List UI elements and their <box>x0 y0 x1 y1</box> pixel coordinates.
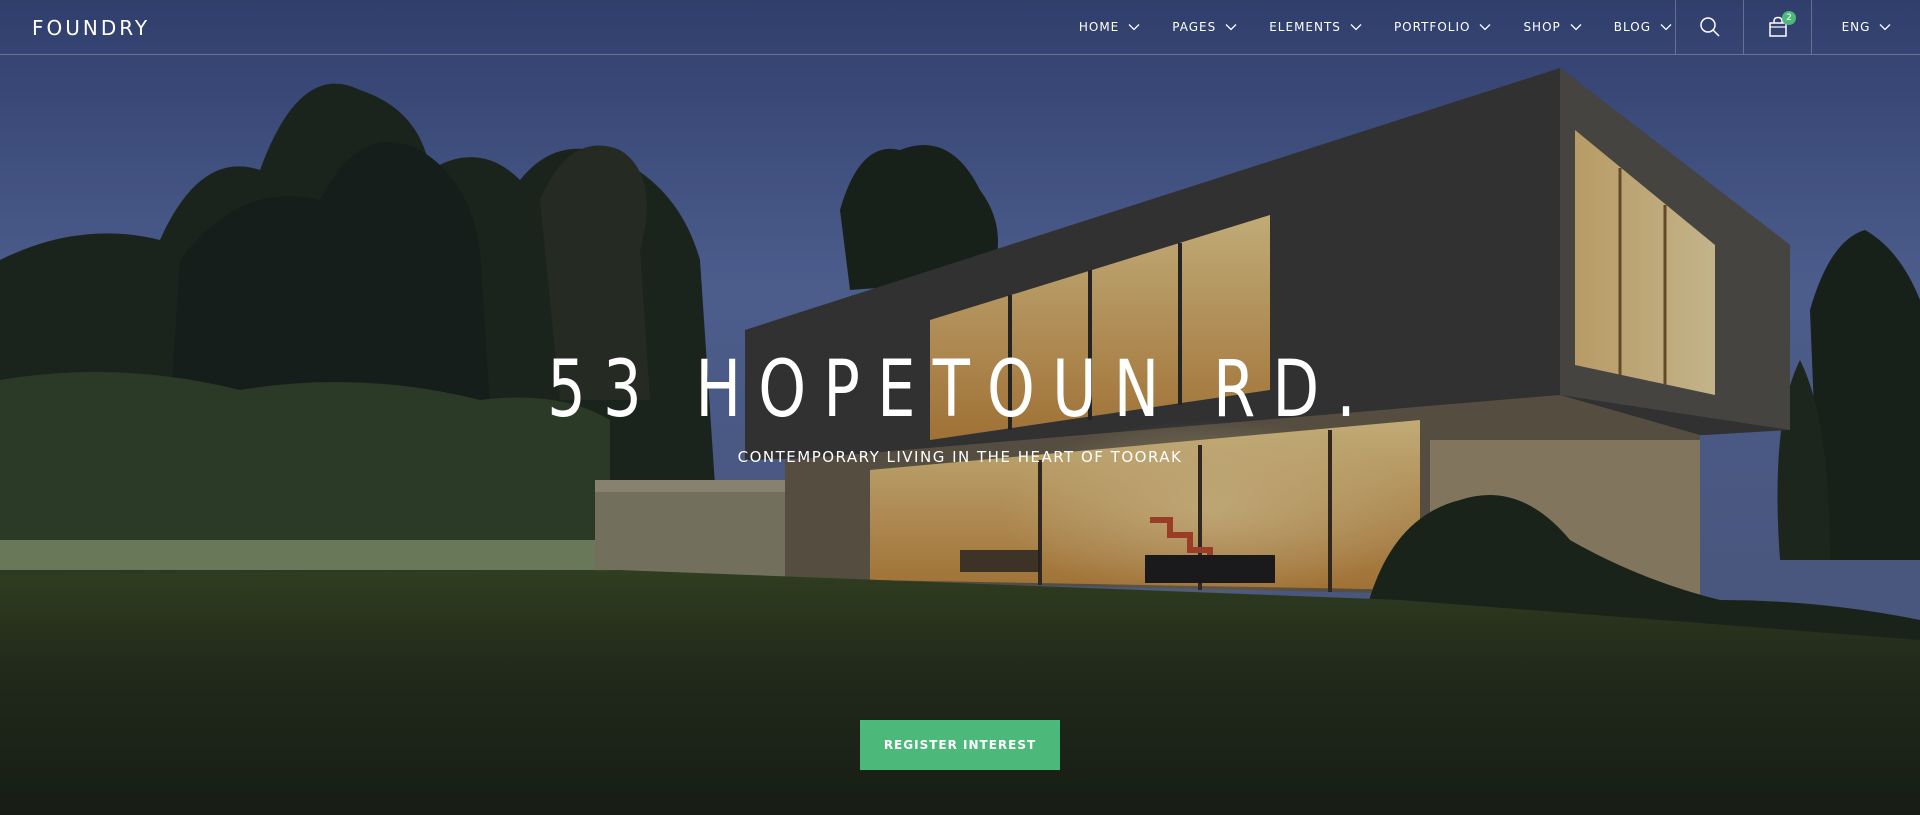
nav-item-label: PORTFOLIO <box>1393 20 1471 34</box>
nav-item-home[interactable]: HOME <box>1079 20 1140 34</box>
language-selector[interactable]: ENG <box>1811 0 1920 54</box>
chevron-down-icon <box>1479 24 1491 31</box>
hero-subtitle: CONTEMPORARY LIVING IN THE HEART OF TOOR… <box>737 448 1183 466</box>
nav-item-blog[interactable]: BLOG <box>1614 20 1672 34</box>
search-icon <box>1700 17 1720 37</box>
search-button[interactable] <box>1675 0 1744 54</box>
cart-button[interactable]: 2 <box>1743 0 1812 54</box>
nav-item-label: HOME <box>1078 20 1120 34</box>
chevron-down-icon <box>1879 24 1891 31</box>
hero-title: 53 HOPETOUN RD. <box>547 345 1373 435</box>
main-menu: HOME PAGES ELEMENTS PORTFOLIO SHOP BLOG <box>1047 0 1672 54</box>
language-dropdown: ENG <box>1842 20 1892 34</box>
top-navigation-bar: FOUNDRY HOME PAGES ELEMENTS PORTFOLIO SH… <box>0 0 1920 55</box>
nav-item-label: SHOP <box>1523 20 1561 34</box>
cart-count-badge: 2 <box>1782 11 1796 25</box>
nav-item-label: BLOG <box>1613 20 1651 34</box>
nav-item-elements[interactable]: ELEMENTS <box>1269 20 1362 34</box>
nav-item-label: ELEMENTS <box>1269 20 1341 34</box>
chevron-down-icon <box>1570 24 1582 31</box>
language-label: ENG <box>1841 20 1871 34</box>
nav-item-shop[interactable]: SHOP <box>1523 20 1582 34</box>
brand-logo[interactable]: FOUNDRY <box>32 16 150 40</box>
nav-item-portfolio[interactable]: PORTFOLIO <box>1394 20 1492 34</box>
chevron-down-icon <box>1350 24 1362 31</box>
chevron-down-icon <box>1128 24 1140 31</box>
chevron-down-icon <box>1225 24 1237 31</box>
chevron-down-icon <box>1660 24 1672 31</box>
nav-item-pages[interactable]: PAGES <box>1172 20 1237 34</box>
nav-item-label: PAGES <box>1172 20 1217 34</box>
register-interest-button[interactable]: REGISTER INTEREST <box>860 720 1060 770</box>
